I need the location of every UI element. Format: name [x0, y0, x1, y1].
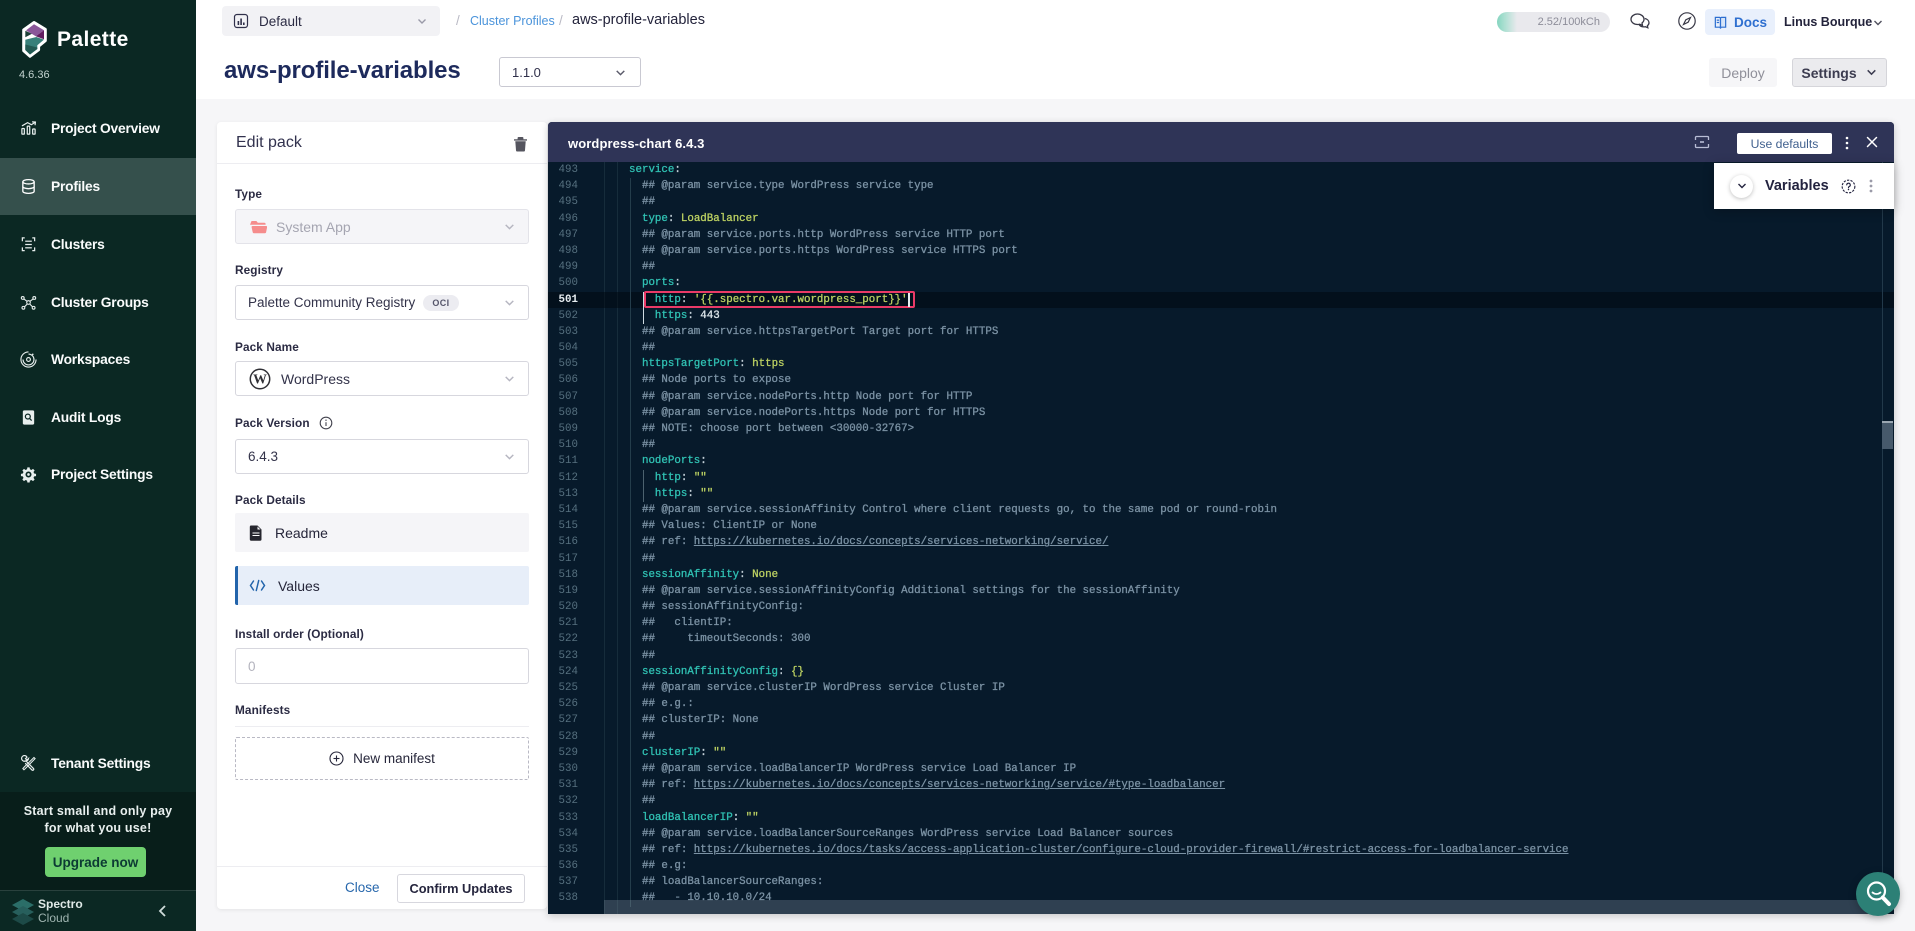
svg-text:W: W: [253, 371, 267, 386]
